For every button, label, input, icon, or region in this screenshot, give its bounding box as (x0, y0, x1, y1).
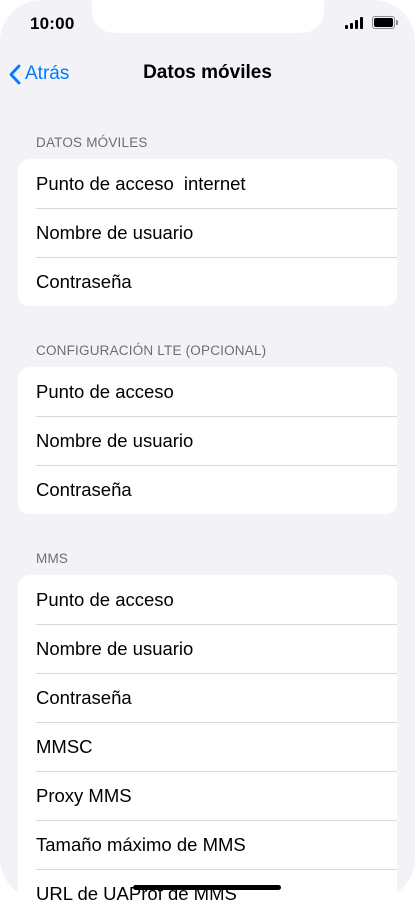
field-apn[interactable]: Punto de acceso internet (18, 159, 397, 208)
field-label: Proxy MMS (36, 784, 132, 806)
field-lte-username[interactable]: Nombre de usuario (18, 416, 397, 465)
group-mms: Punto de acceso Nombre de usuario Contra… (18, 575, 397, 900)
field-label: Punto de acceso (36, 172, 174, 194)
field-label: Contraseña (36, 686, 132, 708)
phone-screen: 10:00 Atrás Datos móviles DATOS MÓVILES … (0, 0, 415, 900)
field-label: Punto de acceso (36, 588, 174, 610)
field-mms-proxy[interactable]: Proxy MMS (18, 771, 397, 820)
section-header-mms: MMS (36, 551, 69, 566)
section-header-datos-moviles: DATOS MÓVILES (36, 135, 148, 150)
field-label: Nombre de usuario (36, 429, 194, 451)
home-indicator[interactable] (133, 885, 281, 890)
field-label: Tamaño máximo de MMS (36, 833, 246, 855)
field-password[interactable]: Contraseña (18, 257, 397, 306)
field-mmsc[interactable]: MMSC (18, 722, 397, 771)
field-label: Contraseña (36, 478, 132, 500)
field-mms-apn[interactable]: Punto de acceso (18, 575, 397, 624)
field-label: Punto de acceso (36, 380, 174, 402)
field-lte-password[interactable]: Contraseña (18, 465, 397, 514)
field-lte-apn[interactable]: Punto de acceso (18, 367, 397, 416)
cellular-signal-icon (345, 17, 367, 29)
field-value: internet (183, 172, 246, 194)
field-label: Nombre de usuario (36, 637, 194, 659)
field-mms-max-size[interactable]: Tamaño máximo de MMS (18, 820, 397, 869)
field-mms-username[interactable]: Nombre de usuario (18, 624, 397, 673)
field-mms-password[interactable]: Contraseña (18, 673, 397, 722)
group-lte: Punto de acceso Nombre de usuario Contra… (18, 367, 397, 514)
field-label: Nombre de usuario (36, 221, 194, 243)
field-label: Contraseña (36, 270, 132, 292)
group-datos-moviles: Punto de acceso internet Nombre de usuar… (18, 159, 397, 306)
page-title: Datos móviles (143, 62, 272, 83)
device-notch (92, 0, 324, 33)
status-time: 10:00 (30, 14, 75, 33)
field-username[interactable]: Nombre de usuario (18, 208, 397, 257)
section-header-lte: CONFIGURACIÓN LTE (OPCIONAL) (36, 343, 267, 358)
battery-icon (372, 16, 398, 29)
field-label: MMSC (36, 735, 93, 757)
